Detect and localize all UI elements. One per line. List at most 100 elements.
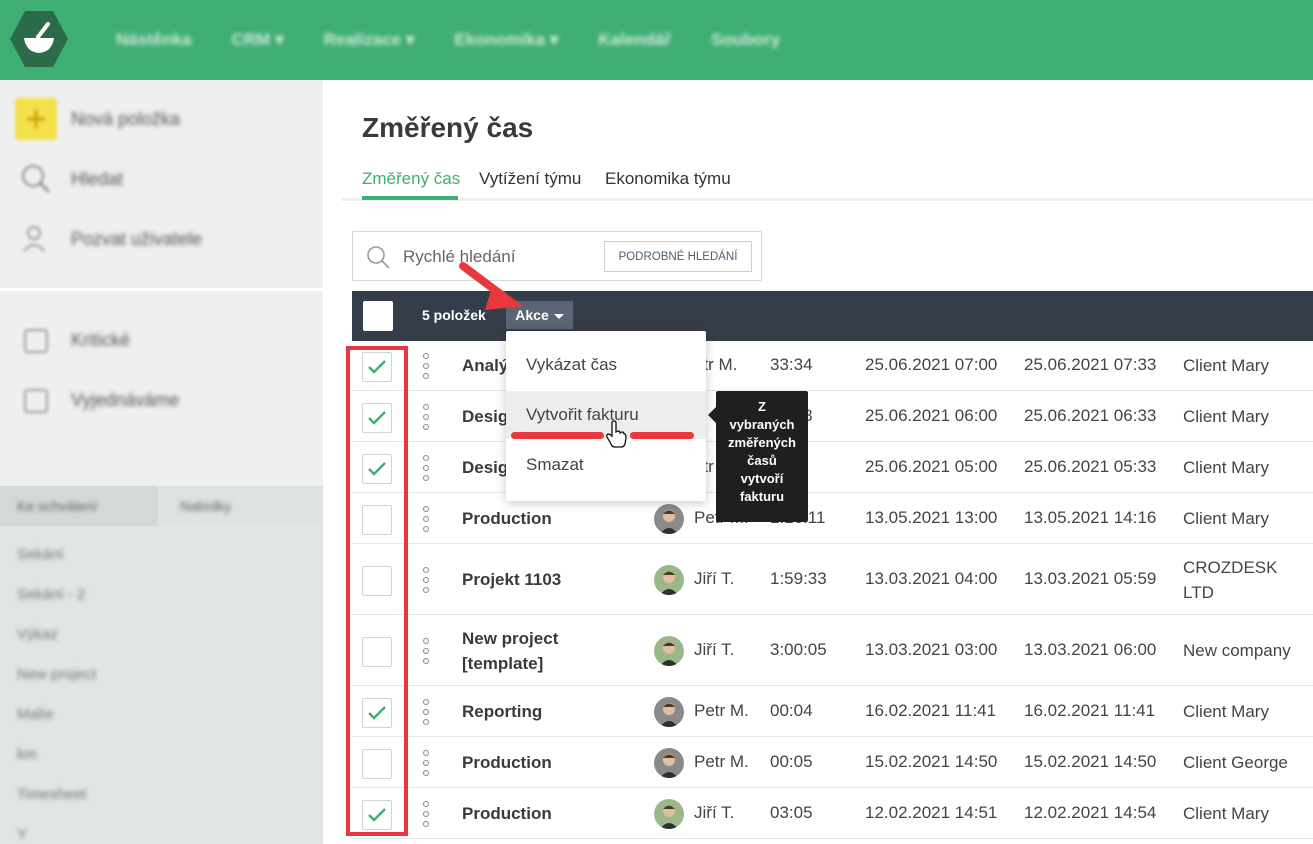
- sidebar-new-item[interactable]: Nová položka: [15, 98, 180, 140]
- negotiation-icon: [15, 379, 57, 421]
- annotation-underline-left: [511, 432, 604, 439]
- nav-item-dashboard[interactable]: Nástěnka: [116, 30, 192, 50]
- row-menu-icon[interactable]: [422, 698, 430, 725]
- nav-item-realizace[interactable]: Realizace ▾: [324, 30, 415, 50]
- list-item[interactable]: Y: [17, 826, 27, 843]
- list-item[interactable]: New project: [17, 666, 96, 683]
- menu-item-log-time[interactable]: Vykázat čas: [506, 341, 706, 389]
- sidebar-tab-approval[interactable]: Ke schválení: [0, 486, 158, 526]
- sidebar-search[interactable]: Hledat: [15, 159, 123, 199]
- row-user: Jiří T.: [694, 802, 735, 822]
- row-client-line: LTD: [1183, 582, 1214, 602]
- row-menu-icon[interactable]: [422, 505, 430, 532]
- sidebar-tab-offers[interactable]: Nabídky: [158, 486, 323, 526]
- list-item[interactable]: Výkaz: [17, 626, 58, 643]
- sidebar-filter-negotiation[interactable]: Vyjednáváme: [15, 380, 179, 420]
- list-item[interactable]: Sekání: [17, 546, 64, 563]
- row-user: Jiří T.: [694, 639, 735, 659]
- table-row[interactable]: Reporting Petr M. 00:04 16.02.2021 11:41 16.…: [352, 686, 1313, 737]
- row-menu-icon[interactable]: [422, 454, 430, 481]
- nav-item-crm[interactable]: CRM ▾: [232, 30, 284, 50]
- sidebar-invite-user[interactable]: Pozvat uživatele: [15, 219, 202, 259]
- annotation-checkbox-highlight: [346, 346, 408, 836]
- nav-item-calendar[interactable]: Kalendář: [598, 30, 671, 50]
- row-project[interactable]: Production: [462, 750, 552, 775]
- row-project-line: Production: [462, 803, 552, 823]
- sidebar: Nová položka Hledat Pozvat uživatele Kri…: [0, 80, 323, 844]
- hand-cursor-icon: [606, 420, 627, 448]
- row-menu-icon[interactable]: [422, 637, 430, 664]
- avatar: [654, 696, 684, 727]
- row-menu-icon[interactable]: [422, 749, 430, 776]
- table-row[interactable]: Production Jiří T. 03:05 12.02.2021 14:51 12…: [352, 788, 1313, 839]
- row-client: Client Mary: [1183, 699, 1269, 724]
- row-project[interactable]: Desig: [462, 404, 508, 429]
- menu-item-delete[interactable]: Smazat: [506, 441, 706, 489]
- list-item[interactable]: Sekání - 2: [17, 586, 85, 603]
- page-tabs: Změřený čas Vytížení týmu Ekonomika týmu: [342, 165, 1313, 201]
- nav-item-ekonomika[interactable]: Ekonomika ▾: [454, 30, 558, 50]
- avatar: [654, 747, 684, 778]
- row-project[interactable]: New project [template]: [462, 626, 558, 676]
- tab-team-economics[interactable]: Ekonomika týmu: [605, 169, 731, 189]
- row-start: 13.03.2021 03:00: [865, 639, 998, 659]
- row-end: 15.02.2021 14:50: [1024, 751, 1157, 771]
- row-project-line: Desig: [462, 406, 509, 426]
- table-row[interactable]: Desigetr M.3:4125.06.2021 05:0025.06.202…: [352, 442, 1313, 493]
- row-menu-icon[interactable]: [422, 566, 430, 593]
- row-project[interactable]: Desig: [462, 455, 508, 480]
- row-project[interactable]: Reporting: [462, 699, 542, 724]
- table-row[interactable]: Production Petr M. 00:05 15.02.2021 14:50 15…: [352, 737, 1313, 788]
- app-logo[interactable]: [8, 8, 70, 70]
- chevron-down-icon: ▾: [275, 30, 284, 49]
- row-client: Client Mary: [1183, 506, 1269, 531]
- table-row[interactable]: Desig33:3825.06.2021 06:0025.06.2021 06:…: [352, 391, 1313, 442]
- table-row[interactable]: New project [template] Jiří T. 3:00:05 13.03…: [352, 615, 1313, 686]
- tab-team-load[interactable]: Vytížení týmu: [479, 169, 581, 189]
- row-start: 12.02.2021 14:51: [865, 802, 998, 822]
- select-all-checkbox[interactable]: [363, 301, 393, 331]
- table-row[interactable]: Projekt 1103 Jiří T. 1:59:33 13.03.2021 04:…: [352, 544, 1313, 615]
- top-navigation-bar: Nástěnka CRM ▾ Realizace ▾ Ekonomika ▾ K…: [0, 0, 1313, 80]
- row-client: Client Mary: [1183, 404, 1269, 429]
- advanced-search-button[interactable]: PODROBNÉ HLEDÁNÍ: [604, 241, 752, 272]
- table-row[interactable]: Analý etr M. 33:34 25.06.2021 07:00 25.06.20…: [352, 341, 1313, 391]
- row-menu-icon[interactable]: [422, 353, 430, 379]
- row-client-line: Client George: [1183, 752, 1288, 772]
- row-user: Petr M.: [694, 751, 749, 771]
- row-project-line: New project: [462, 628, 559, 648]
- tooltip-line: Z: [758, 399, 766, 414]
- row-client: Client Mary: [1183, 353, 1269, 378]
- row-duration: 00:04: [770, 700, 813, 720]
- chevron-down-icon: ▾: [405, 30, 415, 49]
- row-project[interactable]: Projekt 1103: [462, 567, 561, 592]
- row-duration: 3:00:05: [770, 639, 827, 659]
- caret-down-icon: [553, 313, 564, 319]
- nav-item-files[interactable]: Soubory: [711, 30, 780, 50]
- sidebar-item-label: Hledat: [71, 168, 124, 189]
- sidebar-filter-critical[interactable]: Kritické: [15, 320, 130, 360]
- row-project[interactable]: Analý: [462, 353, 508, 378]
- search-icon: [15, 158, 57, 200]
- tooltip-line: fakturu: [739, 489, 785, 504]
- row-client: Client Mary: [1183, 801, 1269, 826]
- row-project[interactable]: Production: [462, 506, 552, 531]
- row-client: CROZDESK LTD: [1183, 555, 1277, 605]
- row-client-line: Client Mary: [1183, 356, 1269, 375]
- row-menu-icon[interactable]: [422, 800, 430, 827]
- row-end: 25.06.2021 07:33: [1024, 355, 1157, 374]
- sidebar-item-label: Kritické: [71, 329, 131, 350]
- row-end: 16.02.2021 11:41: [1024, 700, 1156, 720]
- row-project-line: Production: [462, 508, 552, 528]
- row-project-line: Desig: [462, 457, 509, 477]
- row-end: 25.06.2021 06:33: [1024, 405, 1157, 425]
- row-menu-icon[interactable]: [422, 403, 430, 430]
- avatar: [654, 635, 684, 666]
- table-row[interactable]: ProductionPetr M.1:16:1113.05.2021 13:00…: [352, 493, 1313, 544]
- list-item[interactable]: km: [17, 746, 37, 763]
- tab-measured-time[interactable]: Změřený čas: [362, 169, 460, 189]
- row-project[interactable]: Production: [462, 801, 552, 826]
- avatar: [654, 564, 684, 595]
- list-item[interactable]: Malíe: [17, 706, 54, 723]
- list-item[interactable]: Timesheet: [17, 786, 86, 803]
